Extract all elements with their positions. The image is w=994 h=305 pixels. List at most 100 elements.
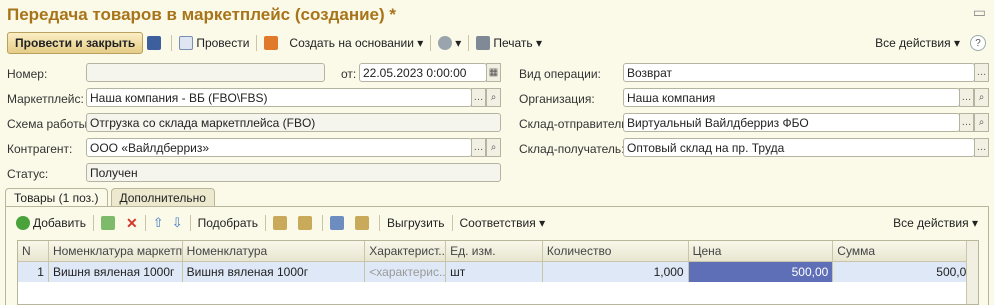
operation-field[interactable]: Возврат bbox=[623, 63, 975, 82]
chevron-down-icon: ▾ bbox=[417, 36, 424, 50]
magnifier-icon[interactable]: ⌕ bbox=[974, 88, 989, 107]
tab-strip: Товары (1 поз.) Дополнительно bbox=[5, 188, 215, 207]
divider bbox=[189, 215, 191, 231]
marketplace-field[interactable]: Наша компания - ВБ (FBO\FBS) bbox=[86, 88, 472, 107]
column-header[interactable]: Количество bbox=[543, 241, 689, 261]
cell-item[interactable]: Вишня вяленая 1000г bbox=[183, 262, 366, 282]
tool-c-button[interactable] bbox=[326, 212, 351, 234]
matches-menu[interactable]: Соответствия ▾ bbox=[456, 212, 550, 234]
export-button[interactable]: Выгрузить bbox=[383, 212, 449, 234]
table-row[interactable]: 1 Вишня вяленая 1000г Вишня вяленая 1000… bbox=[18, 262, 978, 282]
column-header[interactable]: Цена bbox=[689, 241, 834, 261]
magnifier-icon[interactable]: ⌕ bbox=[974, 113, 989, 132]
settings-menu[interactable]: ▾ bbox=[434, 32, 465, 54]
cell-characteristic[interactable]: <характерис... bbox=[365, 262, 447, 282]
print-label: Печать bbox=[493, 36, 533, 50]
divider bbox=[430, 35, 432, 51]
scheme-field[interactable]: Отгрузка со склада маркетплейса (FBO) bbox=[86, 113, 501, 132]
tool-a-button[interactable] bbox=[269, 212, 294, 234]
counterparty-label: Контрагент: bbox=[7, 142, 73, 156]
delete-icon: ✕ bbox=[126, 214, 138, 231]
magnifier-icon[interactable]: ⌕ bbox=[486, 88, 501, 107]
column-header[interactable]: Номенклатура маркетп... bbox=[49, 241, 183, 261]
org-field[interactable]: Наша компания bbox=[623, 88, 960, 107]
divider bbox=[322, 215, 324, 231]
post-and-close-button[interactable]: Провести и закрыть bbox=[7, 32, 144, 54]
select-ellipsis-icon[interactable]: … bbox=[974, 63, 989, 82]
minimize-icon[interactable]: ▭ bbox=[973, 4, 986, 21]
date-label: от: bbox=[341, 67, 357, 81]
cell-n[interactable]: 1 bbox=[18, 262, 49, 282]
select-ellipsis-icon[interactable]: … bbox=[959, 113, 974, 132]
date-field[interactable]: 22.05.2023 0:00:00 bbox=[359, 63, 487, 82]
goods-all-actions-label: Все действия bbox=[893, 216, 969, 230]
divider bbox=[144, 215, 146, 231]
column-header[interactable]: Ед. изм. bbox=[446, 241, 543, 261]
select-ellipsis-icon[interactable]: … bbox=[471, 138, 486, 157]
marketplace-label: Маркетплейс: bbox=[7, 92, 84, 106]
paste-icon bbox=[298, 216, 313, 230]
cell-price[interactable]: 500,00 bbox=[688, 262, 834, 282]
select-ellipsis-icon[interactable]: … bbox=[959, 88, 974, 107]
tool-b-button[interactable] bbox=[294, 212, 319, 234]
select-ellipsis-icon[interactable]: … bbox=[974, 138, 989, 157]
sender-field[interactable]: Виртуальный Вайлдберриз ФБО bbox=[623, 113, 960, 132]
goods-all-actions-menu[interactable]: Все действия ▾ bbox=[889, 212, 982, 234]
divider bbox=[265, 215, 267, 231]
counterparty-field[interactable]: ООО «Вайлдберриз» bbox=[86, 138, 472, 157]
operation-label: Вид операции: bbox=[519, 67, 601, 81]
calendar-icon[interactable]: ▦ bbox=[486, 63, 501, 82]
divider bbox=[256, 35, 258, 51]
column-header[interactable]: Номенклатура bbox=[183, 241, 366, 261]
cell-unit[interactable]: шт bbox=[446, 262, 543, 282]
column-header[interactable]: Сумма bbox=[833, 241, 978, 261]
tab-goods[interactable]: Товары (1 поз.) bbox=[5, 188, 108, 207]
cell-sum[interactable]: 500,00 bbox=[833, 262, 978, 282]
column-header[interactable]: N bbox=[18, 241, 49, 261]
hierarchy-icon bbox=[264, 36, 279, 50]
scheme-label: Схема работы: bbox=[7, 117, 91, 131]
divider bbox=[451, 215, 453, 231]
create-based-on-menu[interactable]: Создать на основании ▾ bbox=[285, 32, 427, 54]
toolbar-right: Все действия ▾ ? bbox=[871, 31, 986, 55]
magnifier-icon[interactable]: ⌕ bbox=[486, 138, 501, 157]
copy-row-button[interactable] bbox=[97, 212, 122, 234]
number-label: Номер: bbox=[7, 67, 48, 81]
save-button[interactable] bbox=[143, 32, 168, 54]
add-button[interactable]: Добавить bbox=[12, 212, 90, 234]
receiver-field[interactable]: Оптовый склад на пр. Труда bbox=[623, 138, 975, 157]
structure-button[interactable] bbox=[260, 32, 285, 54]
divider bbox=[379, 215, 381, 231]
post-button[interactable]: Провести bbox=[175, 32, 253, 54]
column-header[interactable]: Характерист... bbox=[365, 241, 447, 261]
select-items-button[interactable]: Подобрать bbox=[194, 212, 262, 234]
divider bbox=[93, 215, 95, 231]
tab-additional[interactable]: Дополнительно bbox=[110, 188, 215, 207]
gear-icon bbox=[438, 36, 453, 50]
divider bbox=[468, 35, 470, 51]
fill-icon bbox=[330, 216, 345, 230]
cell-quantity[interactable]: 1,000 bbox=[543, 262, 689, 282]
vertical-scrollbar[interactable] bbox=[966, 241, 978, 304]
status-label: Статус: bbox=[7, 167, 49, 181]
status-field[interactable]: Получен bbox=[86, 163, 501, 182]
chevron-down-icon: ▾ bbox=[455, 36, 462, 50]
window-title: Передача товаров в маркетплейс (создание… bbox=[7, 5, 396, 24]
tool-d-button[interactable] bbox=[351, 212, 376, 234]
goods-table: N Номенклатура маркетп... Номенклатура Х… bbox=[17, 240, 979, 305]
chevron-down-icon: ▾ bbox=[539, 216, 546, 230]
select-ellipsis-icon[interactable]: … bbox=[471, 88, 486, 107]
print-menu[interactable]: Печать ▾ bbox=[472, 32, 546, 54]
add-label: Добавить bbox=[33, 216, 87, 230]
move-down-button[interactable]: ⇩ bbox=[168, 212, 187, 234]
cell-mp-item[interactable]: Вишня вяленая 1000г bbox=[49, 262, 183, 282]
number-field[interactable] bbox=[86, 63, 325, 82]
printer-icon bbox=[476, 36, 491, 50]
chevron-down-icon: ▾ bbox=[535, 36, 542, 50]
move-up-button[interactable]: ⇧ bbox=[149, 212, 168, 234]
floppy-disk-icon bbox=[147, 36, 162, 50]
all-actions-menu[interactable]: Все действия ▾ bbox=[871, 32, 964, 54]
delete-button[interactable]: ✕ bbox=[122, 212, 142, 234]
create-based-label: Создать на основании bbox=[289, 36, 414, 50]
help-icon[interactable]: ? bbox=[970, 35, 986, 51]
